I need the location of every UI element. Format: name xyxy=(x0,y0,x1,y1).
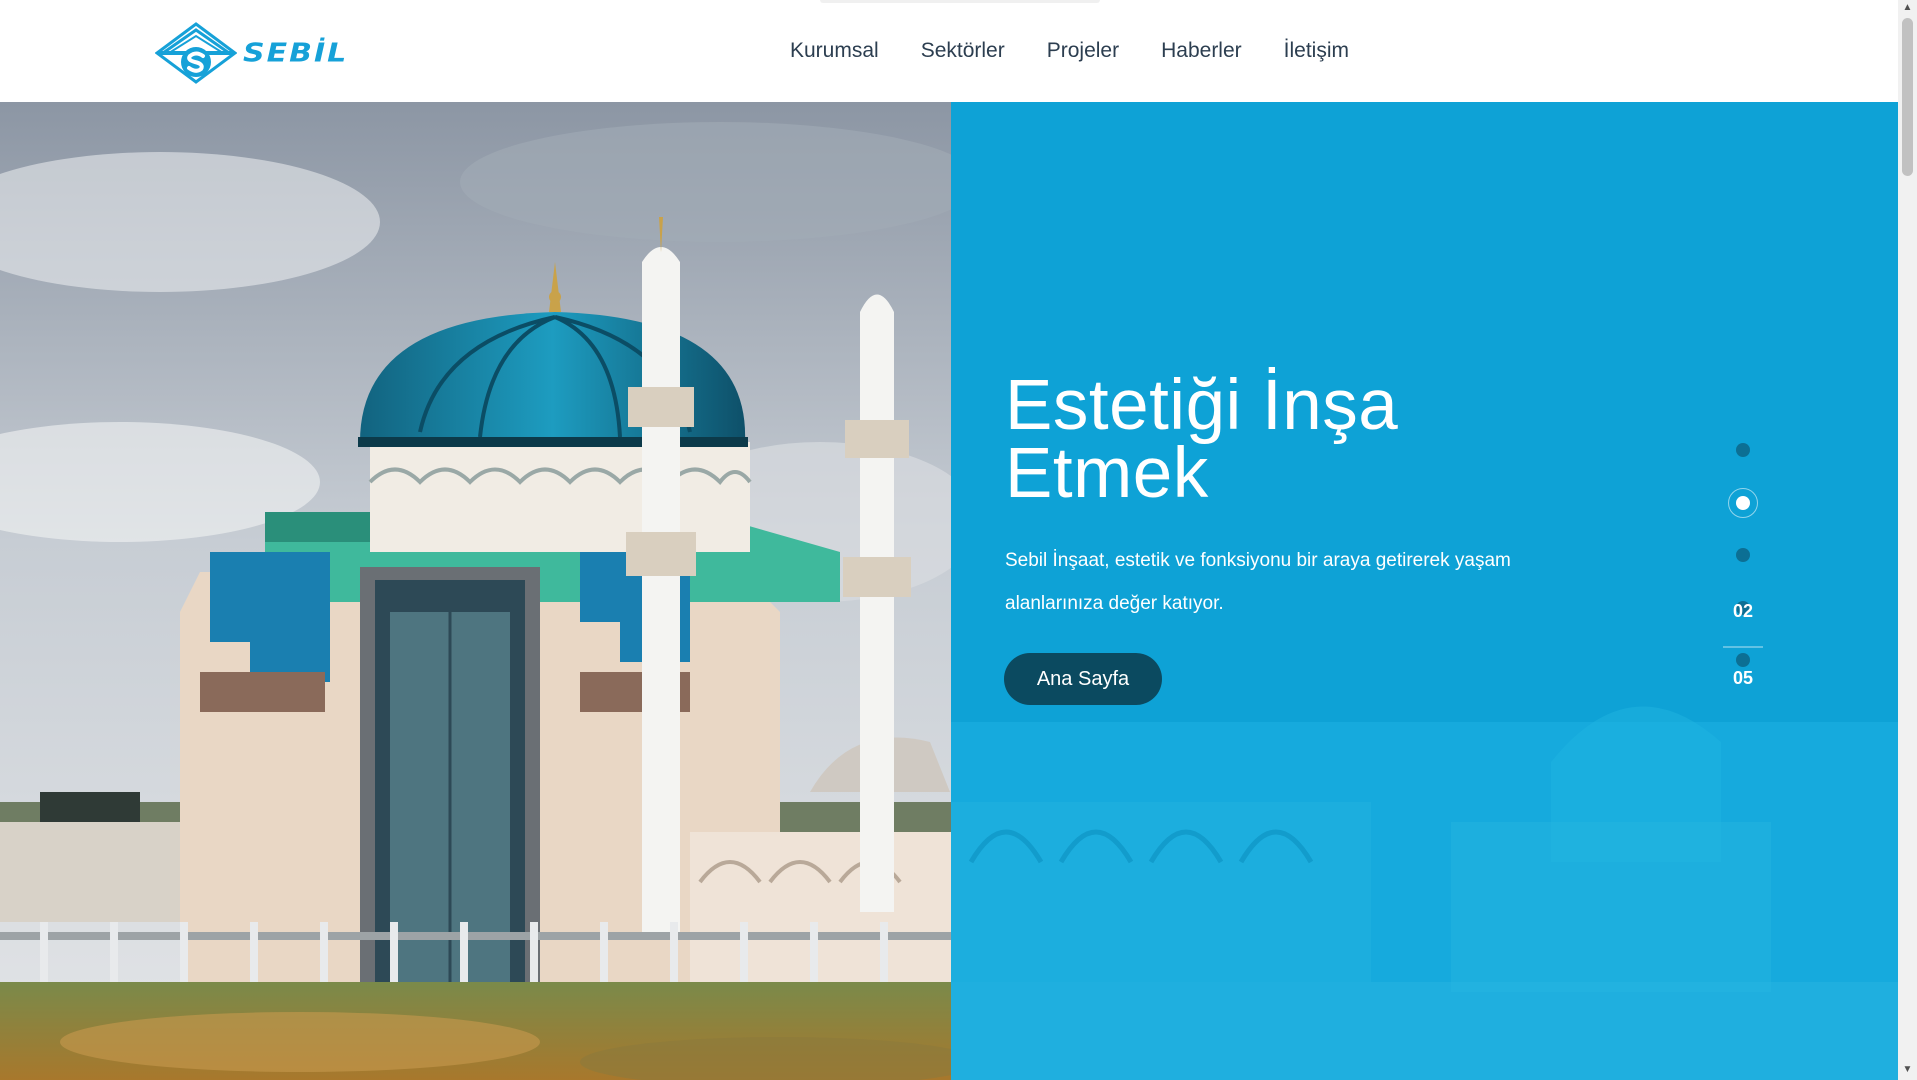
slide-counter-total: 05 xyxy=(1732,668,1754,688)
nav-item-haberler[interactable]: Haberler xyxy=(1161,39,1242,63)
hero-panel: Estetiği İnşa Etmek Sebil İnşaat, esteti… xyxy=(951,102,1898,1080)
logo[interactable]: SEBİL xyxy=(155,22,370,84)
nav-item-projeler[interactable]: Projeler xyxy=(1047,39,1119,63)
hero-title: Estetiği İnşa Etmek xyxy=(1005,366,1399,513)
mosque-illustration xyxy=(0,102,951,1080)
slide-counter-divider xyxy=(1723,646,1763,648)
nav-item-iletisim[interactable]: İletişim xyxy=(1284,39,1349,63)
logo-wordmark: SEBİL xyxy=(243,38,349,68)
slide-dot-3[interactable] xyxy=(1736,548,1750,562)
main-nav: Kurumsal Sektörler Projeler Haberler İle… xyxy=(790,0,1349,102)
scroll-down-icon[interactable]: ▼ xyxy=(1902,1064,1913,1076)
scroll-up-icon[interactable]: ▲ xyxy=(1902,2,1913,14)
home-button[interactable]: Ana Sayfa xyxy=(1004,653,1162,705)
slide-dot-2-active[interactable] xyxy=(1728,488,1758,518)
slide-counter-current: 02 xyxy=(1732,601,1754,621)
slide-dot-1[interactable] xyxy=(1736,443,1750,457)
slide-dot-5[interactable] xyxy=(1736,653,1750,667)
page-scrollbar[interactable]: ▲ ▼ xyxy=(1898,0,1917,1080)
hero-image xyxy=(0,102,951,1080)
nav-item-kurumsal[interactable]: Kurumsal xyxy=(790,39,879,63)
nav-item-sektorler[interactable]: Sektörler xyxy=(921,39,1005,63)
site-header: SEBİL Kurumsal Sektörler Projeler Haberl… xyxy=(0,0,1898,102)
logo-icon xyxy=(155,22,237,84)
scroll-thumb[interactable] xyxy=(1902,18,1913,176)
hero-description: Sebil İnşaat, estetik ve fonksiyonu bir … xyxy=(1005,550,1511,614)
